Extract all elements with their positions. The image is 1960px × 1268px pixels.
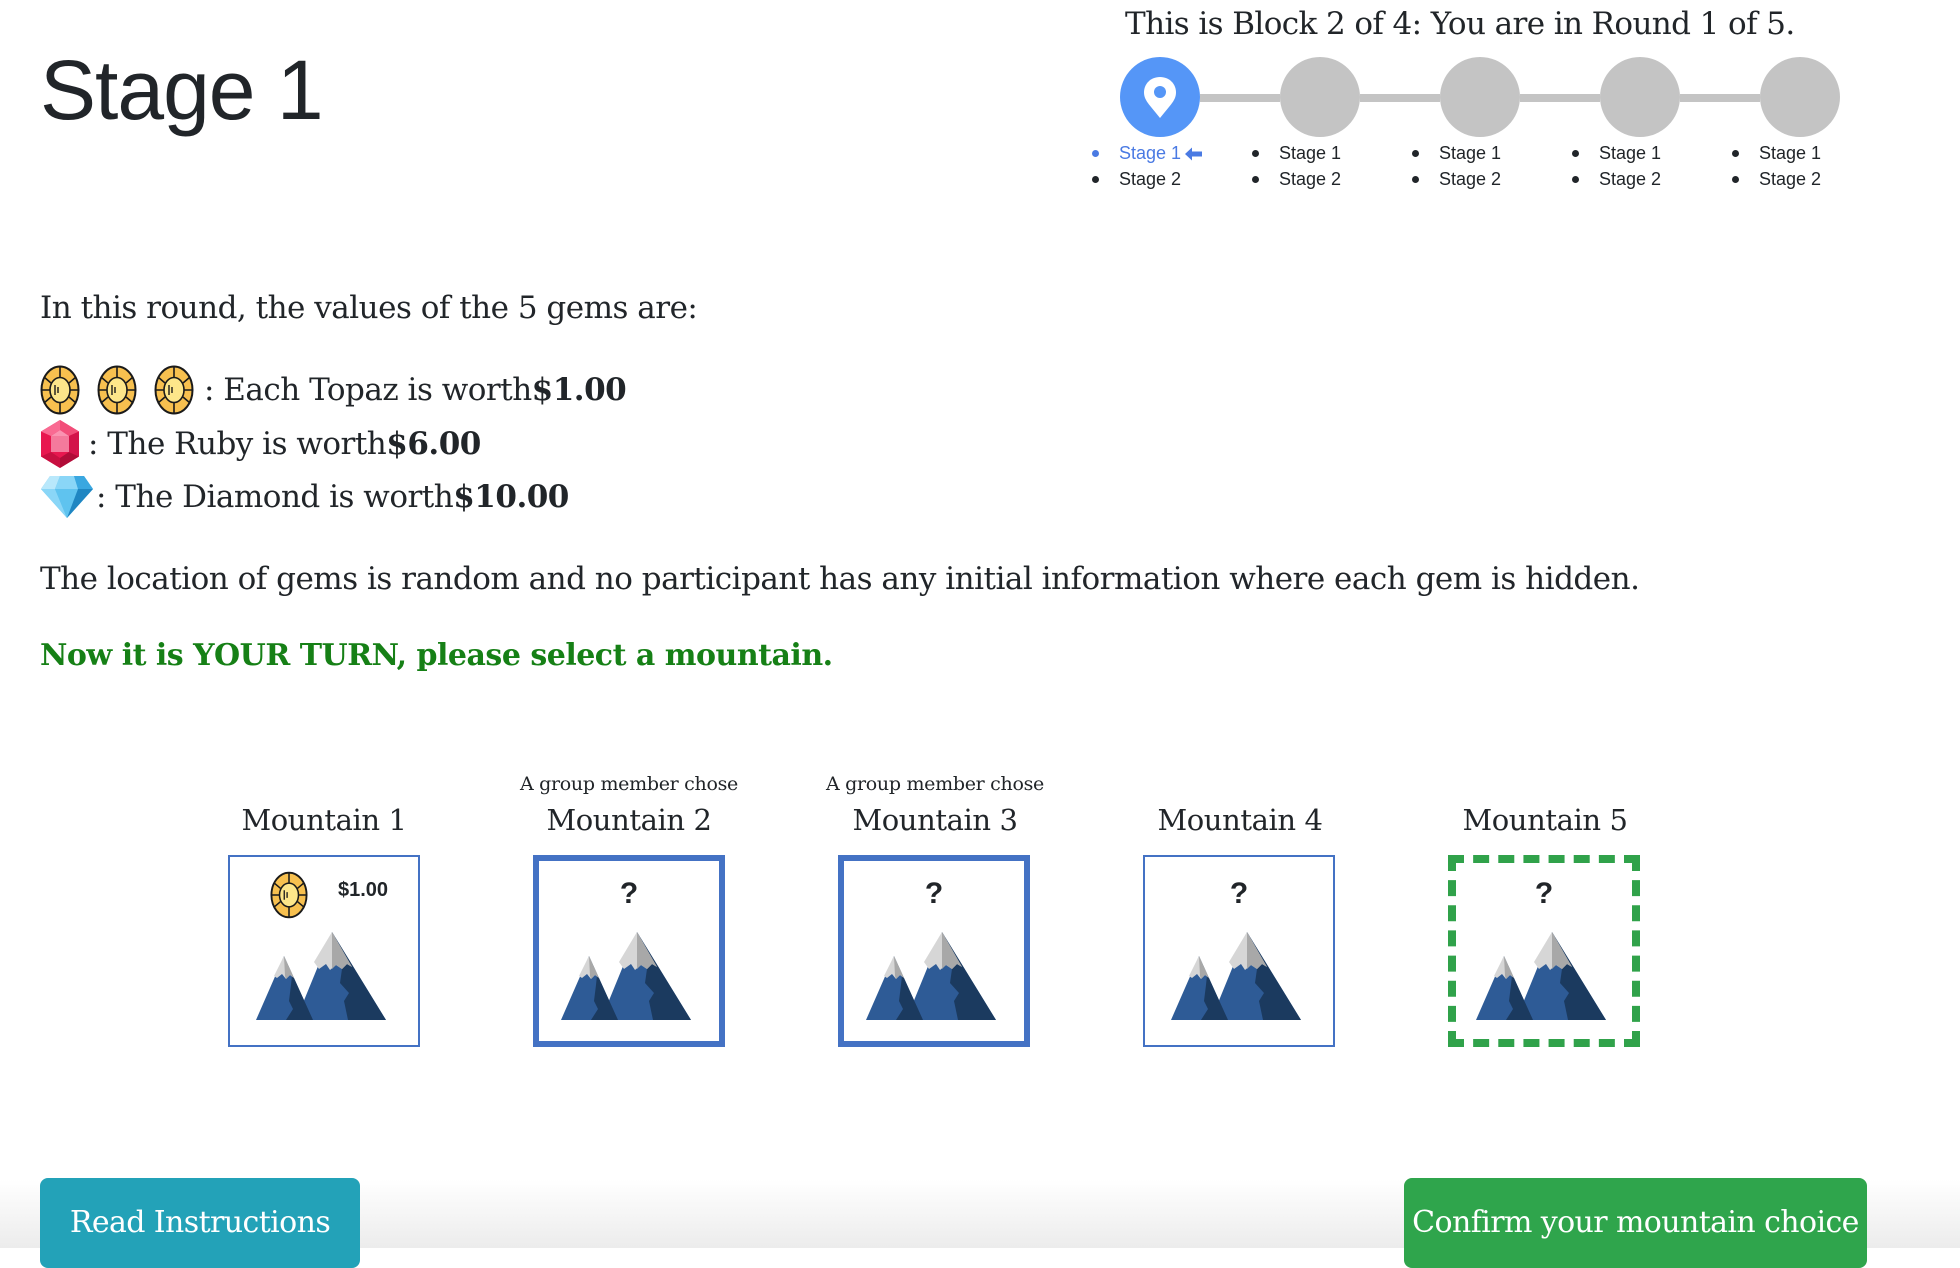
stage-label: Stage 2 (1759, 169, 1822, 189)
stage-label: Stage 2 (1439, 169, 1502, 189)
round-step-5 (1760, 57, 1840, 137)
mountain-4-header: Mountain 4 (1130, 770, 1350, 842)
gem-row-ruby: : The Ruby is worth $6.00 (40, 418, 481, 470)
mountain-icon (561, 931, 691, 1021)
gem-row-diamond: : The Diamond is worth $10.00 (40, 472, 569, 522)
gem-row-text: : The Diamond is worth (96, 479, 454, 515)
mountain-5-box[interactable]: ? (1448, 855, 1640, 1047)
gem-row-text: : The Ruby is worth (88, 426, 387, 462)
mountain-icon (1171, 931, 1301, 1021)
progress-title: This is Block 2 of 4: You are in Round 1… (1125, 6, 1795, 42)
gem-row-text: : Each Topaz is worth (204, 372, 532, 408)
unknown-gem-mark: ? (924, 877, 944, 910)
round-step-2 (1280, 57, 1360, 137)
ruby-icon (40, 419, 80, 469)
unknown-gem-mark: ? (619, 877, 639, 910)
unknown-gem-mark: ? (1229, 877, 1249, 910)
mountain-2-header: A group member chose Mountain 2 (519, 770, 739, 842)
stage-item-current: Stage 1 (1092, 140, 1203, 166)
chose-note (214, 770, 434, 798)
mountain-icon (1476, 931, 1606, 1021)
mountain-5-header: Mountain 5 (1435, 770, 1655, 842)
round-step-1 (1120, 57, 1200, 137)
stage-label: Stage 2 (1279, 169, 1342, 189)
stage-item: Stage 2 (1252, 166, 1341, 192)
stage-item: Stage 1 (1252, 140, 1341, 166)
progress-connector (1360, 94, 1440, 102)
mountain-label: Mountain 1 (241, 803, 407, 837)
stage-label: Stage 1 (1279, 143, 1342, 163)
stage-item: Stage 2 (1412, 166, 1501, 192)
round-5-stages: Stage 1 Stage 2 (1732, 140, 1821, 192)
mountain-label: Mountain 4 (1157, 803, 1323, 837)
round-step-4 (1600, 57, 1680, 137)
page-title: Stage 1 (40, 43, 324, 137)
chose-note: A group member chose (519, 773, 738, 795)
round-2-stages: Stage 1 Stage 2 (1252, 140, 1341, 192)
mountain-3-box[interactable]: ? (838, 855, 1030, 1047)
gem-value: $1.00 (531, 372, 627, 408)
stage-label: Stage 1 (1599, 143, 1662, 163)
stage-label: Stage 2 (1599, 169, 1662, 189)
mountain-label: Mountain 2 (546, 803, 712, 837)
stage-item: Stage 2 (1572, 166, 1661, 192)
gem-value: $10.00 (453, 479, 569, 515)
chose-note: A group member chose (825, 773, 1044, 795)
read-instructions-button[interactable]: Read Instructions (40, 1178, 360, 1268)
mountain-icon (866, 931, 996, 1021)
round-4-stages: Stage 1 Stage 2 (1572, 140, 1661, 192)
mountain-4-box[interactable]: ? (1143, 855, 1335, 1047)
arrow-left-icon (1185, 147, 1203, 161)
chose-note (1130, 770, 1350, 798)
stage-label: Stage 2 (1119, 169, 1182, 189)
stage-item: Stage 1 (1732, 140, 1821, 166)
unknown-gem-mark: ? (1534, 877, 1554, 910)
chose-note (1435, 770, 1655, 798)
topaz-icon (270, 871, 308, 919)
mountain-2-box[interactable]: ? (533, 855, 725, 1047)
round-step-3 (1440, 57, 1520, 137)
mountain-label: Mountain 5 (1462, 803, 1628, 837)
mountain-value: $1.00 (338, 879, 389, 901)
stage-label: Stage 1 (1119, 143, 1182, 163)
progress-connector (1520, 94, 1600, 102)
stage-item: Stage 1 (1572, 140, 1661, 166)
diamond-icon (40, 475, 94, 519)
mountain-1-header: Mountain 1 (214, 770, 434, 842)
topaz-icon (97, 365, 137, 415)
progress-connector (1680, 94, 1760, 102)
progress-connector (1200, 94, 1280, 102)
mountain-1-box[interactable]: $1.00 (228, 855, 420, 1047)
round-3-stages: Stage 1 Stage 2 (1412, 140, 1501, 192)
mountain-icon (256, 931, 386, 1021)
gem-value: $6.00 (386, 426, 481, 462)
gem-row-topaz: : Each Topaz is worth $1.00 (40, 364, 627, 416)
topaz-icon (40, 365, 80, 415)
confirm-mountain-button[interactable]: Confirm your mountain choice (1404, 1178, 1867, 1268)
stage-item: Stage 2 (1732, 166, 1821, 192)
stage-item: Stage 1 (1412, 140, 1501, 166)
mountain-label: Mountain 3 (852, 803, 1018, 837)
mountain-3-header: A group member chose Mountain 3 (825, 770, 1045, 842)
stage-item: Stage 2 (1092, 166, 1203, 192)
info-text: The location of gems is random and no pa… (40, 561, 1640, 597)
turn-prompt: Now it is YOUR TURN, please select a mou… (40, 638, 833, 673)
round-1-stages: Stage 1 Stage 2 (1092, 140, 1203, 192)
topaz-icon (154, 365, 194, 415)
map-pin-icon (1144, 77, 1176, 118)
gem-values-intro: In this round, the values of the 5 gems … (40, 290, 698, 326)
stage-label: Stage 1 (1759, 143, 1822, 163)
stage-label: Stage 1 (1439, 143, 1502, 163)
